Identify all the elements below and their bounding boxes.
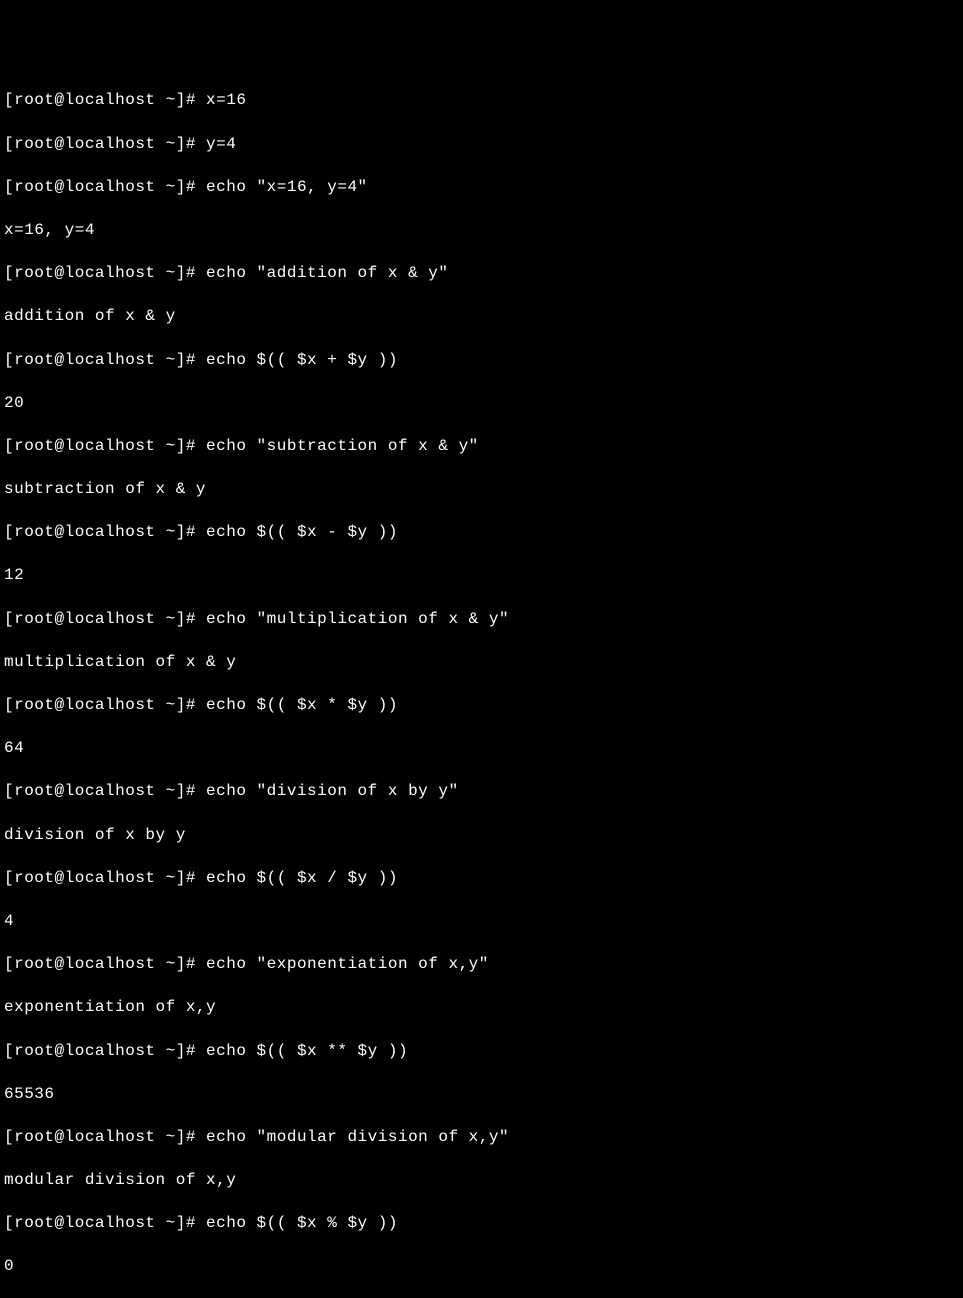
terminal-command-line: [root@localhost ~]# echo $(( $x * $y )) [4,695,959,717]
shell-prompt: [root@localhost ~]# [4,264,206,282]
terminal-output-line: 4 [4,911,959,933]
shell-prompt: [root@localhost ~]# [4,955,206,973]
terminal-output-line: subtraction of x & y [4,479,959,501]
terminal-command-line: [root@localhost ~]# echo $(( $x ** $y )) [4,1041,959,1063]
terminal-command-line: [root@localhost ~]# echo "multiplication… [4,609,959,631]
shell-prompt: [root@localhost ~]# [4,437,206,455]
command-text: echo $(( $x + $y )) [206,351,398,369]
command-text: echo "multiplication of x & y" [206,610,509,628]
shell-prompt: [root@localhost ~]# [4,523,206,541]
terminal-command-line: [root@localhost ~]# echo $(( $x % $y )) [4,1213,959,1235]
terminal-output[interactable]: [root@localhost ~]# x=16 [root@localhost… [4,90,959,1298]
terminal-output-line: 12 [4,565,959,587]
terminal-command-line: [root@localhost ~]# echo "subtraction of… [4,436,959,458]
terminal-output-line: addition of x & y [4,306,959,328]
shell-prompt: [root@localhost ~]# [4,91,206,109]
command-text: echo "addition of x & y" [206,264,448,282]
command-text: echo $(( $x * $y )) [206,696,398,714]
shell-prompt: [root@localhost ~]# [4,696,206,714]
command-text: echo "exponentiation of x,y" [206,955,489,973]
command-text: echo "modular division of x,y" [206,1128,509,1146]
shell-prompt: [root@localhost ~]# [4,1128,206,1146]
command-text: echo $(( $x - $y )) [206,523,398,541]
terminal-command-line: [root@localhost ~]# echo "exponentiation… [4,954,959,976]
terminal-command-line: [root@localhost ~]# y=4 [4,134,959,156]
command-text: echo $(( $x % $y )) [206,1214,398,1232]
terminal-output-line: x=16, y=4 [4,220,959,242]
terminal-output-line: 64 [4,738,959,760]
terminal-output-line: division of x by y [4,825,959,847]
shell-prompt: [root@localhost ~]# [4,1042,206,1060]
command-text: echo $(( $x ** $y )) [206,1042,408,1060]
shell-prompt: [root@localhost ~]# [4,782,206,800]
shell-prompt: [root@localhost ~]# [4,351,206,369]
terminal-output-line: exponentiation of x,y [4,997,959,1019]
terminal-command-line: [root@localhost ~]# echo "division of x … [4,781,959,803]
command-text: y=4 [206,135,236,153]
shell-prompt: [root@localhost ~]# [4,610,206,628]
command-text: echo "subtraction of x & y" [206,437,479,455]
terminal-command-line: [root@localhost ~]# x=16 [4,90,959,112]
terminal-output-line: 65536 [4,1084,959,1106]
terminal-output-line: 0 [4,1256,959,1278]
terminal-command-line: [root@localhost ~]# echo "x=16, y=4" [4,177,959,199]
shell-prompt: [root@localhost ~]# [4,135,206,153]
terminal-command-line: [root@localhost ~]# echo $(( $x + $y )) [4,350,959,372]
terminal-command-line: [root@localhost ~]# echo $(( $x / $y )) [4,868,959,890]
shell-prompt: [root@localhost ~]# [4,1214,206,1232]
terminal-output-line: modular division of x,y [4,1170,959,1192]
shell-prompt: [root@localhost ~]# [4,869,206,887]
command-text: echo $(( $x / $y )) [206,869,398,887]
command-text: echo "division of x by y" [206,782,459,800]
terminal-output-line: 20 [4,393,959,415]
terminal-command-line: [root@localhost ~]# echo $(( $x - $y )) [4,522,959,544]
terminal-output-line: multiplication of x & y [4,652,959,674]
command-text: echo "x=16, y=4" [206,178,368,196]
shell-prompt: [root@localhost ~]# [4,178,206,196]
terminal-command-line: [root@localhost ~]# echo "modular divisi… [4,1127,959,1149]
terminal-command-line: [root@localhost ~]# echo "addition of x … [4,263,959,285]
command-text: x=16 [206,91,246,109]
